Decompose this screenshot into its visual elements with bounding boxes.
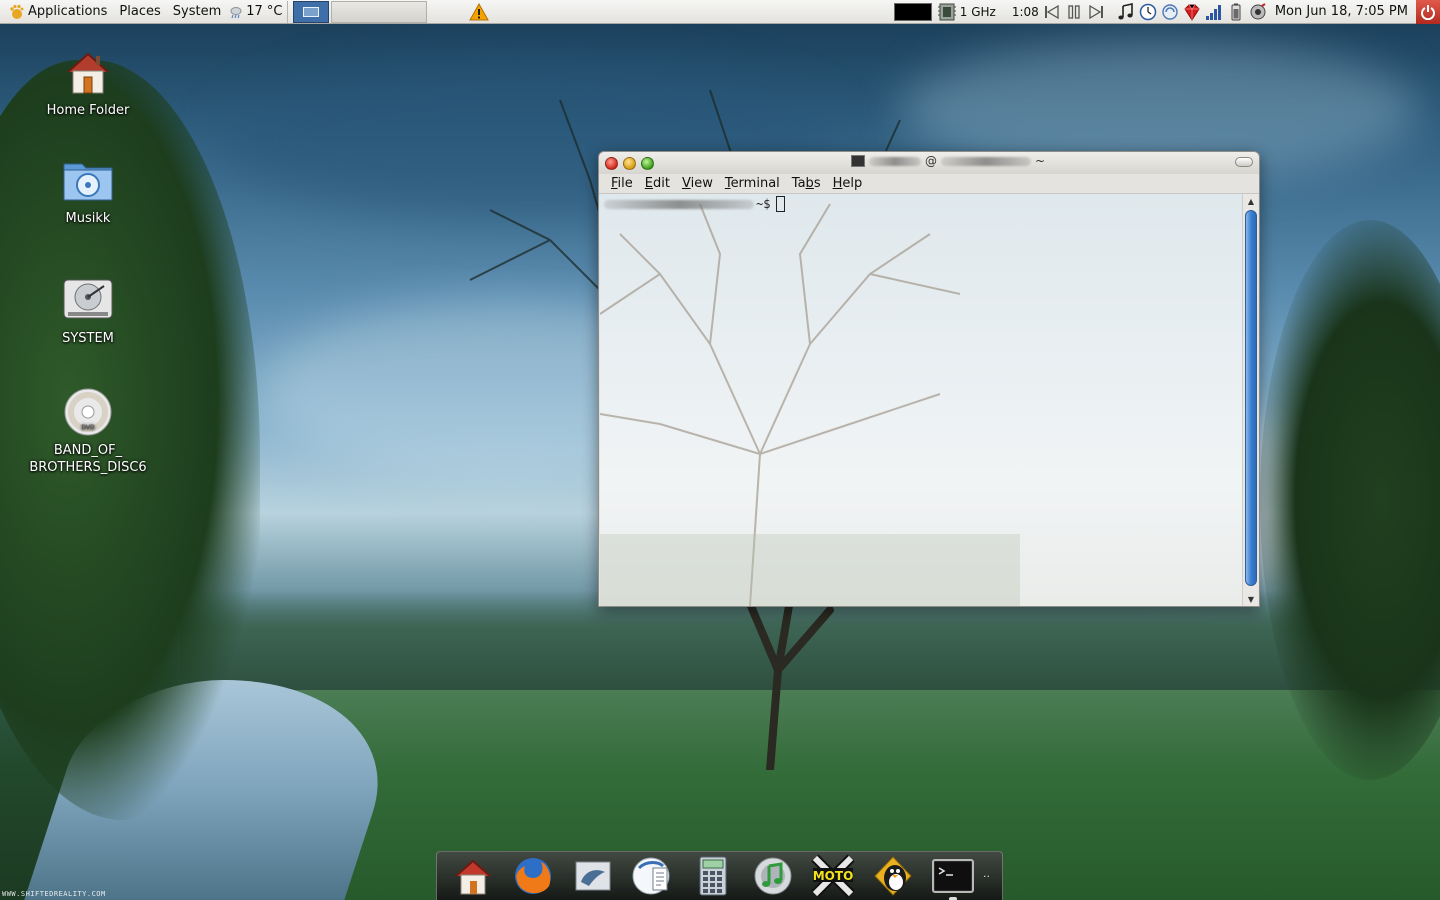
terminal-titlebar[interactable]: @ ~ bbox=[599, 152, 1259, 174]
menu-tabs[interactable]: Tabs bbox=[786, 176, 827, 191]
svg-text:MOTO: MOTO bbox=[813, 869, 854, 883]
cpu-frequency: 1 GHz bbox=[959, 4, 996, 19]
desktop-icon-label: Home Folder bbox=[46, 103, 130, 118]
desktop-icon-dvd[interactable]: DVD BAND_OF_ BROTHERS_DISC6 bbox=[18, 384, 158, 476]
title-tilde: ~ bbox=[1035, 154, 1046, 168]
media-elapsed-time: 1:08 bbox=[1011, 4, 1039, 19]
dvd-icon: DVD bbox=[64, 388, 112, 436]
close-button[interactable] bbox=[605, 156, 618, 170]
redacted-hostname bbox=[941, 156, 1031, 166]
panel-clock[interactable]: Mon Jun 18, 7:05 PM bbox=[1267, 4, 1416, 19]
applications-menu-label: Applications bbox=[28, 4, 108, 19]
menu-help[interactable]: Help bbox=[827, 176, 869, 191]
pidgin-icon bbox=[874, 856, 912, 896]
hard-drive-icon bbox=[63, 279, 113, 319]
terminal-scrollbar[interactable]: ▲ ▼ bbox=[1242, 194, 1258, 606]
wallpaper-watermark: WWW.SHIFTEDREALITY.COM bbox=[2, 890, 106, 898]
ruby-icon[interactable] bbox=[1183, 3, 1201, 21]
dock-item-mail[interactable] bbox=[569, 853, 617, 899]
redacted-prompt-user bbox=[604, 199, 754, 209]
window-controls bbox=[605, 156, 654, 170]
terminal-window[interactable]: @ ~ File Edit View Terminal Tabs Help ~$… bbox=[598, 151, 1260, 607]
system-tray bbox=[1117, 2, 1267, 21]
dock-item-pidgin[interactable] bbox=[869, 853, 917, 899]
top-panel: Applications Places System 17 °C 1 GHz 1… bbox=[0, 0, 1440, 24]
title-at-sign: @ bbox=[925, 154, 937, 168]
places-menu[interactable]: Places bbox=[113, 0, 166, 24]
scrollbar-thumb[interactable] bbox=[1245, 210, 1257, 586]
redacted-username bbox=[869, 156, 921, 166]
system-menu[interactable]: System bbox=[167, 0, 227, 24]
scroll-up-arrow-icon[interactable]: ▲ bbox=[1243, 194, 1259, 208]
dock-item-moto[interactable]: MOTO bbox=[809, 853, 857, 899]
warning-icon bbox=[468, 2, 489, 20]
terminal-title-icon bbox=[851, 155, 865, 167]
weather-applet[interactable]: 17 °C bbox=[227, 0, 284, 24]
window-title: @ ~ bbox=[851, 154, 1045, 168]
desktop-icon-label: Musikk bbox=[65, 211, 111, 226]
dock-item-calculator[interactable] bbox=[689, 853, 737, 899]
scroll-down-arrow-icon[interactable]: ▼ bbox=[1243, 592, 1259, 606]
workspace-switcher-icon bbox=[302, 6, 319, 17]
office-writer-icon bbox=[632, 857, 670, 895]
dock-item-writer[interactable] bbox=[629, 853, 677, 899]
cpu-monitor-graph[interactable] bbox=[893, 2, 932, 21]
update-icon[interactable] bbox=[1161, 3, 1179, 21]
dock-item-firefox[interactable] bbox=[509, 853, 557, 899]
network-icon[interactable] bbox=[1249, 2, 1267, 21]
weather-icon bbox=[230, 6, 242, 18]
text-cursor bbox=[776, 196, 786, 212]
dock-item-music-player[interactable] bbox=[749, 853, 797, 899]
music-folder-icon bbox=[63, 163, 113, 201]
home-folder-icon bbox=[67, 52, 109, 94]
workspace-switcher[interactable] bbox=[292, 0, 329, 23]
weather-temperature: 17 °C bbox=[246, 4, 283, 19]
music-player-icon bbox=[754, 857, 792, 895]
clock-applet-icon[interactable] bbox=[1139, 3, 1157, 21]
menu-terminal[interactable]: Terminal bbox=[719, 176, 786, 191]
desktop-icon-home-folder[interactable]: Home Folder bbox=[18, 44, 158, 119]
power-button[interactable] bbox=[1416, 0, 1440, 24]
prompt-suffix: ~$ bbox=[756, 197, 771, 211]
terminal-background-tree bbox=[600, 203, 1020, 606]
terminal-icon bbox=[932, 859, 974, 893]
pause-icon[interactable] bbox=[1065, 4, 1083, 20]
gnome-foot-icon bbox=[10, 4, 24, 19]
battery-icon[interactable] bbox=[1227, 3, 1245, 21]
previous-track-icon[interactable] bbox=[1043, 4, 1061, 20]
dock-item-terminal[interactable] bbox=[929, 853, 977, 900]
desktop-icon-system[interactable]: SYSTEM bbox=[18, 272, 158, 347]
next-track-icon[interactable] bbox=[1087, 4, 1105, 20]
taskbar-button[interactable] bbox=[330, 0, 427, 23]
shade-button[interactable] bbox=[1235, 157, 1253, 167]
memory-icon[interactable] bbox=[936, 2, 958, 22]
power-icon bbox=[1421, 4, 1435, 20]
applications-menu[interactable]: Applications bbox=[0, 0, 113, 24]
menu-view[interactable]: View bbox=[676, 176, 719, 191]
music-note-icon[interactable] bbox=[1117, 2, 1135, 21]
desktop-icon-label: BAND_OF_ bbox=[53, 443, 123, 458]
application-dock: MOTO ·· bbox=[436, 851, 1003, 900]
shell-prompt: ~$ bbox=[604, 196, 786, 212]
dock-item-home[interactable] bbox=[449, 853, 497, 899]
home-icon bbox=[455, 859, 491, 895]
firefox-icon bbox=[515, 858, 551, 894]
menu-file[interactable]: File bbox=[605, 176, 639, 191]
desktop-icon-label-line2: BROTHERS_DISC6 bbox=[29, 460, 147, 475]
maximize-button[interactable] bbox=[641, 156, 654, 170]
calculator-icon bbox=[699, 856, 727, 896]
panel-separator bbox=[286, 0, 288, 23]
signal-strength-icon[interactable] bbox=[1205, 3, 1223, 21]
update-notifier[interactable] bbox=[463, 0, 495, 24]
minimize-button[interactable] bbox=[623, 156, 636, 170]
dock-overflow-icon[interactable]: ·· bbox=[983, 870, 990, 883]
svg-text:DVD: DVD bbox=[81, 424, 95, 431]
mail-icon bbox=[575, 861, 611, 891]
terminal-menubar: File Edit View Terminal Tabs Help bbox=[599, 174, 1259, 194]
terminal-output-area[interactable]: ~$ bbox=[600, 194, 1242, 606]
menu-edit[interactable]: Edit bbox=[639, 176, 676, 191]
moto-game-icon: MOTO bbox=[811, 854, 855, 898]
desktop-icon-label: SYSTEM bbox=[62, 331, 114, 346]
desktop-icon-musikk[interactable]: Musikk bbox=[18, 152, 158, 227]
